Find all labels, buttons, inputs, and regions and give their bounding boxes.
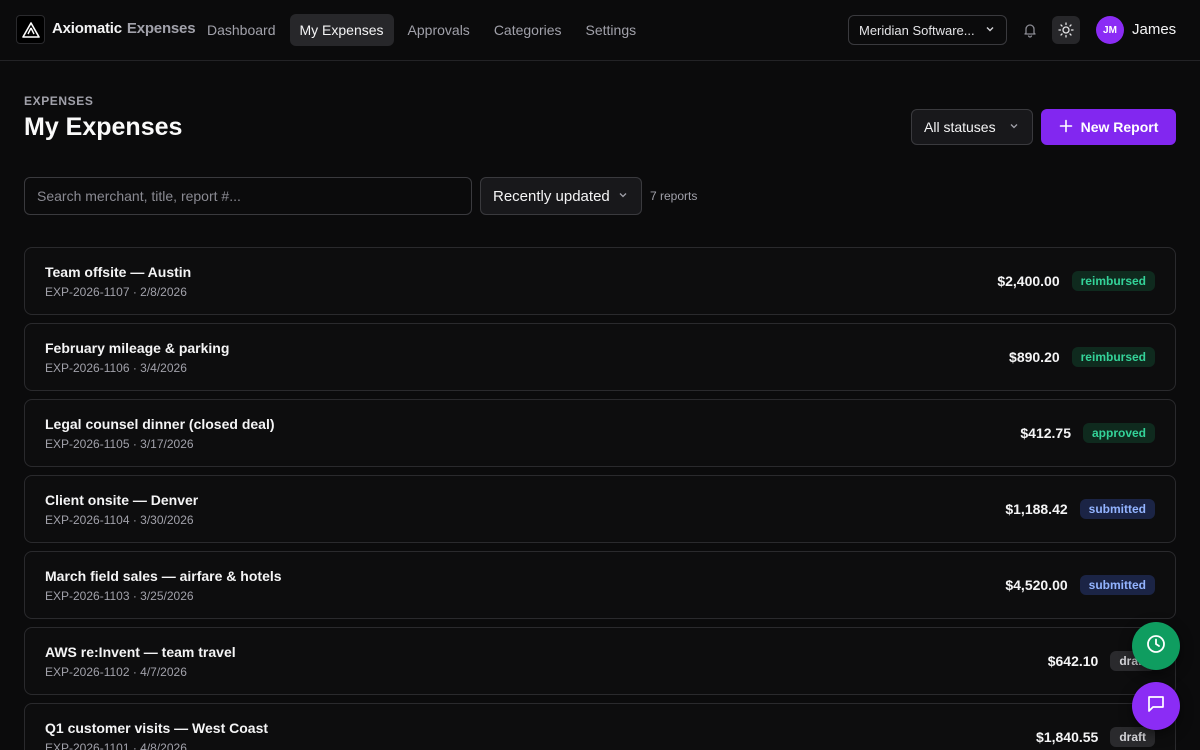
report-subtitle: EXP-2026-1106 · 3/4/2026 [45,361,187,375]
organization-select-value: Meridian Software... [859,22,975,38]
report-title: February mileage & parking [45,340,230,356]
sun-icon[interactable] [1052,16,1080,44]
report-amount: $642.10 [1047,653,1099,669]
status-badge: submitted [1079,575,1155,595]
bell-icon[interactable] [1016,16,1044,44]
report-subtitle: EXP-2026-1107 · 2/8/2026 [45,285,187,299]
report-row[interactable]: March field sales — airfare & hotels EXP… [24,551,1176,619]
report-amount: $890.20 [1009,349,1060,365]
nav-item-categories[interactable]: Categories [484,14,572,46]
report-subtitle: EXP-2026-1104 · 3/30/2026 [45,513,194,527]
brand-secondary: Expenses [126,20,196,37]
report-title: AWS re:Invent — team travel [45,644,236,660]
report-row[interactable]: AWS re:Invent — team travel EXP-2026-110… [24,627,1176,695]
report-amount: $412.75 [1020,425,1071,441]
chat-fab-button[interactable] [1132,682,1180,730]
top-navigation-bar: Axiomatic Expenses Dashboard My Expenses … [0,0,1200,61]
status-badge: reimbursed [1071,347,1155,367]
report-meta: $4,520.00 submitted [1005,552,1155,618]
report-subtitle: EXP-2026-1103 · 3/25/2026 [45,589,194,603]
search-input[interactable] [24,177,472,215]
status-filter-value: All statuses [924,119,996,135]
report-meta: $412.75 approved [1020,400,1155,466]
new-report-button[interactable]: New Report [1041,109,1176,145]
clock-icon [1145,633,1167,660]
status-badge: draft [1110,727,1155,747]
report-list: Team offsite — Austin EXP-2026-1107 · 2/… [24,247,1176,750]
sort-select[interactable]: Recently updated [480,177,642,215]
sort-select-value: Recently updated [493,187,610,205]
report-row[interactable]: February mileage & parking EXP-2026-1106… [24,323,1176,391]
brand-name[interactable]: Axiomatic Expenses [52,20,196,37]
nav-item-settings[interactable]: Settings [576,14,647,46]
report-row[interactable]: Client onsite — Denver EXP-2026-1104 · 3… [24,475,1176,543]
nav-item-dashboard[interactable]: Dashboard [197,14,286,46]
chat-bubble-icon [1145,693,1167,720]
report-meta: $2,400.00 reimbursed [997,248,1155,314]
nav-item-my-expenses[interactable]: My Expenses [289,14,394,46]
history-fab-button[interactable] [1132,622,1180,670]
report-count: 7 reports [650,189,698,203]
status-badge: submitted [1079,499,1155,519]
report-row[interactable]: Legal counsel dinner (closed deal) EXP-2… [24,399,1176,467]
report-subtitle: EXP-2026-1102 · 4/7/2026 [45,665,187,679]
page-title: My Expenses [24,113,183,141]
triangle-logo-icon[interactable] [16,15,45,44]
plus-icon [1059,119,1073,136]
report-subtitle: EXP-2026-1105 · 3/17/2026 [45,437,194,451]
report-meta: $890.20 reimbursed [1009,324,1155,390]
brand-primary: Axiomatic [52,20,122,37]
avatar[interactable]: JM [1096,16,1124,44]
report-amount: $1,840.55 [1036,729,1099,745]
status-badge: approved [1082,423,1155,443]
report-subtitle: EXP-2026-1101 · 4/8/2026 [45,741,187,750]
organization-select[interactable]: Meridian Software... [848,15,1007,45]
main-nav: Dashboard My Expenses Approvals Categori… [197,14,646,46]
report-amount: $1,188.42 [1005,501,1068,517]
chevron-down-icon [617,188,629,205]
report-row[interactable]: Q1 customer visits — West Coast EXP-2026… [24,703,1176,750]
status-badge: reimbursed [1071,271,1155,291]
report-title: Client onsite — Denver [45,492,199,508]
report-row[interactable]: Team offsite — Austin EXP-2026-1107 · 2/… [24,247,1176,315]
chevron-down-icon [984,23,996,38]
page-eyebrow: EXPENSES [24,94,94,108]
report-title: Team offsite — Austin [45,264,192,280]
chevron-down-icon [1008,119,1020,135]
report-meta: $1,188.42 submitted [1005,476,1155,542]
report-title: Legal counsel dinner (closed deal) [45,416,275,432]
report-title: Q1 customer visits — West Coast [45,720,269,736]
user-name[interactable]: James [1132,21,1176,38]
report-amount: $4,520.00 [1005,577,1068,593]
report-amount: $2,400.00 [997,273,1060,289]
nav-item-approvals[interactable]: Approvals [398,14,480,46]
new-report-label: New Report [1080,119,1159,135]
report-title: March field sales — airfare & hotels [45,568,282,584]
status-filter-select[interactable]: All statuses [911,109,1033,145]
